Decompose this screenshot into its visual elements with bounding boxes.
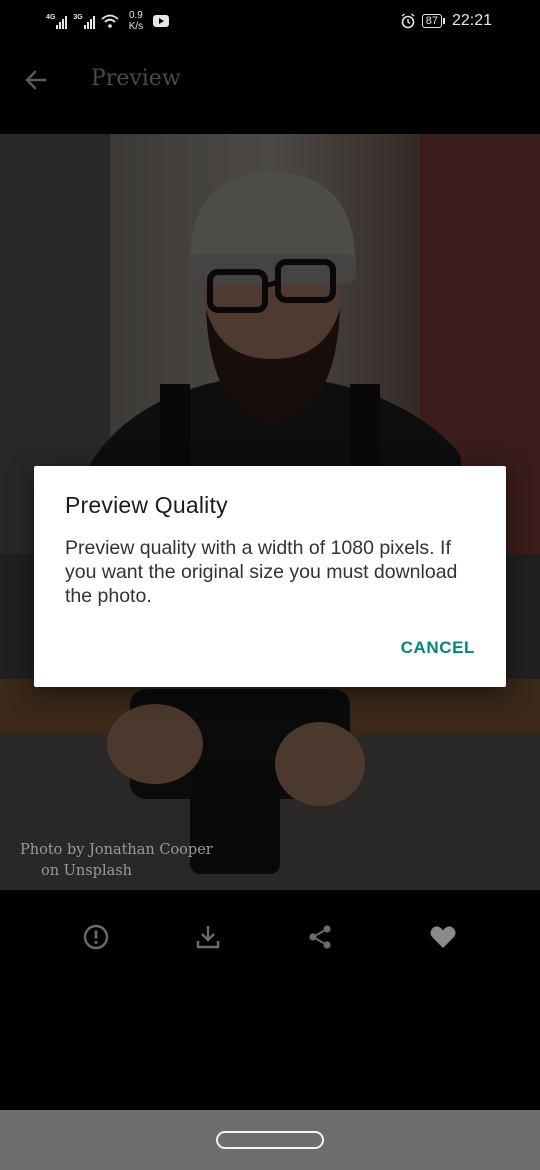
signal-4g: 4G — [46, 13, 68, 29]
action-bar — [0, 890, 540, 982]
page-title: Preview — [91, 66, 181, 91]
share-button[interactable] — [305, 922, 335, 952]
cancel-button[interactable]: CANCEL — [401, 638, 475, 658]
dialog-message: Preview quality with a width of 1080 pix… — [65, 537, 458, 607]
share-icon — [309, 925, 331, 949]
signal-icon — [56, 15, 68, 29]
wifi-icon — [101, 14, 119, 28]
dialog-title: Preview Quality — [65, 492, 228, 518]
network-type-label: 3G — [73, 13, 83, 21]
status-right: 87 22:21 — [400, 12, 492, 30]
speed-value: 0.9 — [128, 10, 143, 21]
signal-3g: 3G — [73, 13, 95, 29]
download-icon — [196, 926, 220, 949]
info-button[interactable] — [81, 922, 111, 952]
screen: 4G 3G 0.9 K/s 87 22:21 Preview Photo by … — [0, 0, 540, 1170]
battery-icon: 87 — [421, 14, 446, 28]
speed-unit: K/s — [128, 21, 144, 32]
alarm-icon — [401, 13, 415, 29]
clock: 22:21 — [451, 12, 492, 29]
home-gesture-pill[interactable] — [216, 1131, 324, 1149]
info-icon — [83, 924, 109, 950]
credit-line-2: on Unsplash — [41, 863, 133, 879]
status-left: 4G 3G 0.9 K/s — [46, 10, 170, 32]
back-button[interactable] — [20, 64, 52, 96]
favorite-button[interactable] — [428, 922, 458, 952]
status-bar: 4G 3G 0.9 K/s 87 22:21 — [0, 0, 540, 42]
youtube-icon — [153, 15, 170, 27]
preview-quality-dialog: Preview Quality Preview quality with a w… — [34, 466, 506, 687]
system-nav-bar — [0, 1110, 540, 1170]
network-speed: 0.9 K/s — [129, 10, 143, 32]
credit-line-1: Photo by Jonathan Cooper — [20, 842, 213, 858]
download-button[interactable] — [193, 922, 223, 952]
photo-credit[interactable]: Photo by Jonathan Cooper on Unsplash — [20, 840, 213, 882]
network-type-label: 4G — [46, 13, 56, 21]
heart-icon — [430, 926, 456, 948]
arrow-left-icon — [25, 70, 47, 90]
signal-icon — [83, 15, 95, 29]
app-bar: Preview — [0, 42, 540, 134]
